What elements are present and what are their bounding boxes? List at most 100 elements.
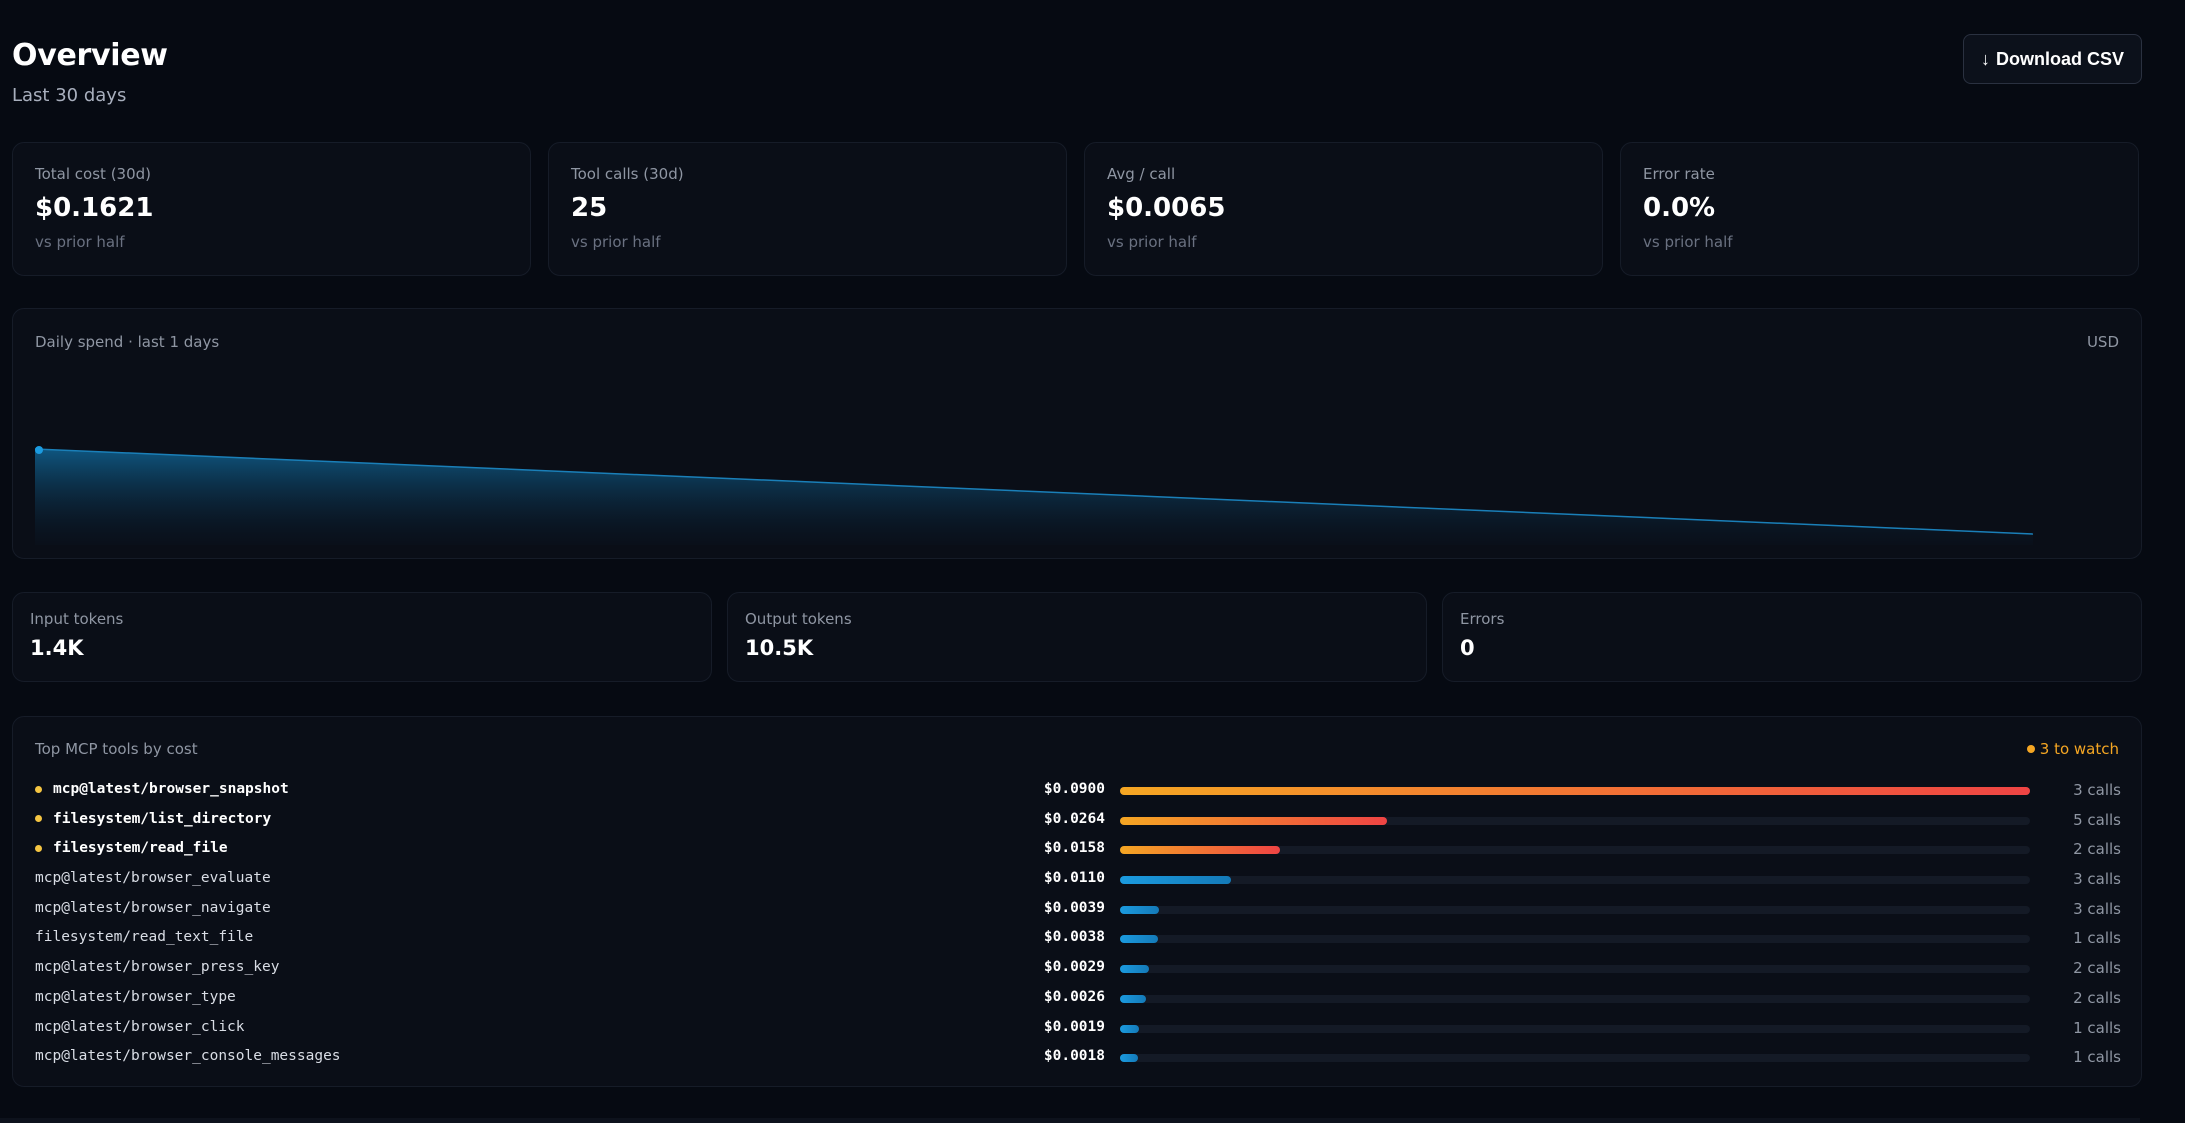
tool-name-text: mcp@latest/browser_evaluate	[35, 870, 271, 887]
tool-cost: $0.0038	[1043, 929, 1105, 946]
cost-bar-fill	[1120, 816, 1387, 825]
daily-spend-area	[34, 446, 2034, 545]
kpi-card-error-rate: Error rate 0.0% vs prior half	[1620, 142, 2139, 276]
tools-title: Top MCP tools by cost	[35, 740, 198, 758]
cost-bar-track	[1120, 905, 2030, 914]
tool-row[interactable]: mcp@latest/browser_click $0.0019 1 calls	[35, 1014, 2121, 1044]
top-tools-panel: Top MCP tools by cost 3 to watch mcp@lat…	[12, 716, 2142, 1087]
tool-row[interactable]: filesystem/read_text_file $0.0038 1 calls	[35, 924, 2121, 954]
kpi-label: Avg / call	[1107, 165, 1176, 183]
arrow-down-icon: ↓	[1980, 48, 1990, 69]
cost-bar-track	[1120, 787, 2030, 795]
tool-row[interactable]: mcp@latest/browser_console_messages $0.00…	[35, 1043, 2121, 1073]
spend-point[interactable]	[35, 446, 43, 454]
cost-bar-track	[1120, 935, 2030, 944]
kpi-card-total-cost: Total cost (30d) $0.1621 vs prior half	[12, 142, 531, 276]
tool-cost: $0.0900	[1043, 781, 1105, 797]
stat-label: Output tokens	[745, 610, 852, 628]
tool-name-text: mcp@latest/browser_navigate	[35, 899, 271, 916]
kpi-value: 25	[571, 193, 608, 223]
stat-value: 0	[1460, 636, 1475, 660]
cost-bar-track	[1120, 816, 2030, 825]
tool-name: mcp@latest/browser_console_messages	[35, 1048, 341, 1064]
watch-label: 3 to watch	[2039, 740, 2119, 758]
tool-name: filesystem/read_text_file	[35, 929, 253, 945]
tool-calls: 1 calls	[2073, 1048, 2121, 1067]
tool-calls: 1 calls	[2073, 1018, 2121, 1037]
tool-name: mcp@latest/browser_evaluate	[35, 870, 271, 886]
tool-row[interactable]: mcp@latest/browser_type $0.0026 2 calls	[35, 984, 2121, 1014]
tool-name: filesystem/list_directory	[35, 811, 271, 827]
tool-calls: 5 calls	[2073, 810, 2121, 829]
tool-name: mcp@latest/browser_press_key	[35, 959, 279, 975]
warning-dot-icon	[35, 785, 42, 793]
tool-name: filesystem/read_file	[35, 840, 228, 856]
tool-calls: 2 calls	[2073, 840, 2121, 859]
tool-cost: $0.0029	[1043, 959, 1105, 976]
kpi-comparison: vs prior half	[35, 233, 125, 251]
stat-label: Input tokens	[30, 610, 124, 628]
tool-name: mcp@latest/browser_click	[35, 1019, 245, 1035]
tool-calls: 3 calls	[2073, 781, 2121, 799]
tool-row[interactable]: mcp@latest/browser_evaluate $0.0110 3 call…	[35, 865, 2121, 895]
tool-name-text: filesystem/list_directory	[53, 810, 272, 827]
tool-cost: $0.0264	[1043, 810, 1105, 827]
stat-card-output-tokens: Output tokens 10.5K	[727, 592, 1427, 682]
stat-value: 10.5K	[745, 636, 814, 660]
kpi-card-tool-calls: Tool calls (30d) 25 vs prior half	[548, 142, 1067, 276]
cost-bar-fill	[1120, 1054, 1139, 1063]
tool-calls: 2 calls	[2073, 959, 2121, 978]
kpi-value: 0.0%	[1643, 193, 1716, 223]
kpi-label: Total cost (30d)	[35, 165, 152, 183]
warning-dot-icon	[2026, 745, 2035, 753]
tool-name-text: filesystem/read_text_file	[35, 929, 254, 946]
tool-row[interactable]: filesystem/list_directory $0.0264 5 calls	[35, 806, 2121, 836]
tool-name-text: mcp@latest/browser_click	[35, 1018, 245, 1035]
cost-bar-track	[1120, 876, 2030, 885]
cost-bar-fill	[1120, 905, 1160, 914]
tool-name-text: filesystem/read_file	[53, 840, 228, 857]
cost-bar-fill	[1120, 965, 1150, 974]
cost-bar-fill	[1120, 846, 1280, 855]
tool-calls: 2 calls	[2073, 988, 2121, 1007]
page-subtitle: Last 30 days	[12, 85, 127, 106]
tool-name: mcp@latest/browser_navigate	[35, 900, 271, 916]
kpi-card-avg-call: Avg / call $0.0065 vs prior half	[1084, 142, 1603, 276]
tool-row[interactable]: mcp@latest/browser_press_key $0.0029 2 cal…	[35, 954, 2121, 984]
tool-calls: 1 calls	[2073, 929, 2121, 948]
cost-bar-fill	[1120, 787, 2030, 795]
tool-rows: mcp@latest/browser_snapshot $0.0900 3 call…	[35, 776, 2121, 1073]
tool-name-text: mcp@latest/browser_console_messages	[35, 1048, 341, 1065]
kpi-label: Error rate	[1643, 165, 1715, 183]
chart-title: Daily spend · last 1 days	[35, 333, 220, 351]
warning-dot-icon	[35, 844, 42, 852]
tool-cost: $0.0026	[1043, 988, 1105, 1005]
cost-bar-fill	[1120, 935, 1159, 944]
tool-cost: $0.0019	[1043, 1018, 1105, 1035]
tool-row[interactable]: mcp@latest/browser_navigate $0.0039 3 call…	[35, 895, 2121, 925]
watch-badge[interactable]: 3 to watch	[2026, 740, 2119, 758]
kpi-comparison: vs prior half	[571, 233, 661, 251]
cost-bar-fill	[1120, 994, 1147, 1003]
tool-cost: $0.0018	[1043, 1048, 1105, 1065]
download-csv-label: Download CSV	[1995, 48, 2124, 69]
tool-row[interactable]: filesystem/read_file $0.0158 2 calls	[35, 835, 2121, 865]
chart-unit: USD	[2086, 333, 2119, 351]
tool-name: mcp@latest/browser_type	[35, 989, 236, 1005]
cost-bar-track	[1120, 994, 2030, 1003]
stat-card-errors: Errors 0	[1442, 592, 2142, 682]
kpi-comparison: vs prior half	[1107, 233, 1197, 251]
tool-row[interactable]: mcp@latest/browser_snapshot $0.0900 3 call…	[35, 776, 2121, 806]
tool-cost: $0.0158	[1043, 840, 1105, 857]
cost-bar-fill	[1120, 1024, 1140, 1033]
tool-name-text: mcp@latest/browser_type	[35, 988, 236, 1005]
kpi-value: $0.0065	[1107, 193, 1226, 223]
tool-calls: 3 calls	[2073, 870, 2121, 889]
cost-bar-track	[1120, 1024, 2030, 1033]
page-header: Overview Last 30 days ↓ Download CSV	[12, 34, 2142, 118]
download-csv-button[interactable]: ↓ Download CSV	[1962, 34, 2142, 84]
daily-spend-chart: Daily spend · last 1 days USD	[12, 308, 2142, 559]
cost-bar-track	[1120, 846, 2030, 855]
cost-bar-fill	[1120, 876, 1232, 885]
cost-bar-track	[1120, 1054, 2030, 1063]
